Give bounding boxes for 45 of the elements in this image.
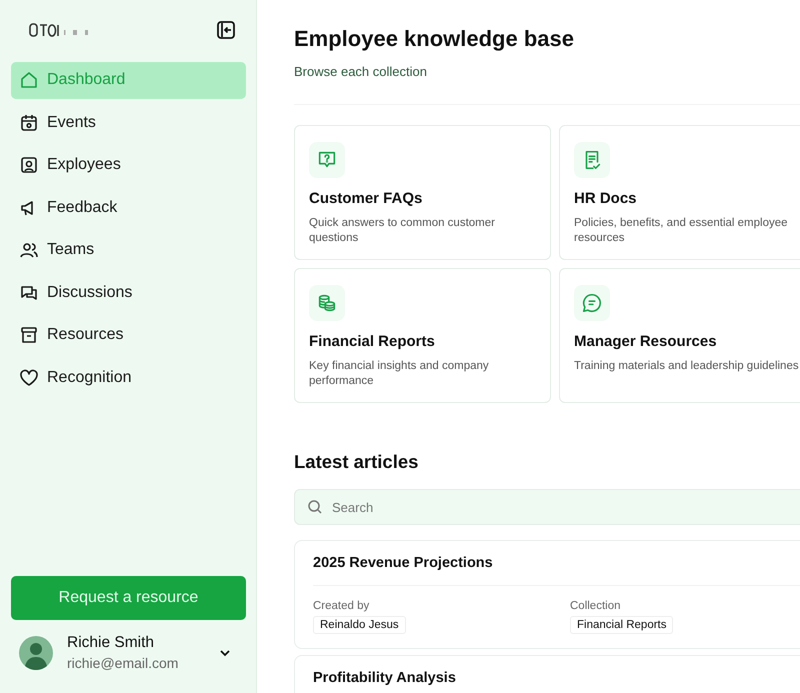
collection-card[interactable]: Manager Resources Training materials and leadership guidelines xyxy=(559,268,800,403)
heart-icon xyxy=(19,368,39,388)
card-description: Quick answers to common customer questions xyxy=(309,216,496,246)
home-icon xyxy=(19,70,39,90)
person-icon xyxy=(19,155,39,176)
nav-item[interactable]: Feedback xyxy=(11,190,246,226)
archive-box-icon xyxy=(19,325,39,346)
article-title: 2025 Revenue Projections xyxy=(313,555,800,586)
meta-label: Created by xyxy=(313,600,370,612)
nav-item[interactable]: Teams xyxy=(11,232,246,268)
chat-bubble-icon xyxy=(574,285,610,321)
collection-card[interactable]: Customer FAQs Quick answers to common customer questions xyxy=(294,125,551,260)
document-check-icon xyxy=(574,142,610,178)
author-tag: Reinaldo Jesus xyxy=(313,616,406,634)
card-title: Manager Resources xyxy=(574,333,718,350)
nav-item[interactable]: Discussions xyxy=(11,274,246,311)
calendar-icon xyxy=(19,112,39,133)
avatar-icon xyxy=(19,636,53,670)
card-title: HR Docs xyxy=(574,190,638,207)
card-description: Training materials and leadership guidelines xyxy=(574,359,800,374)
coins-icon xyxy=(309,285,345,321)
article-title: Profitability Analysis xyxy=(313,670,800,693)
meta-label: Collection xyxy=(570,600,620,612)
card-description: Key financial insights and company performance xyxy=(309,359,490,389)
page-title: Employee knowledge base xyxy=(294,26,575,52)
collection-card[interactable]: Financial Reports Key financial insights and company performance xyxy=(294,268,551,403)
collection-card[interactable]: HR Docs Policies, benefits, and essential employee resources xyxy=(559,125,800,260)
nav-item[interactable]: Recognition xyxy=(11,360,246,396)
card-title: Customer FAQs xyxy=(309,190,424,207)
article-card[interactable]: Profitability Analysis xyxy=(294,655,800,693)
card-description: Policies, benefits, and essential employee resources xyxy=(574,216,789,246)
page-subtitle: Browse each collection xyxy=(294,64,800,105)
collection-tag: Financial Reports xyxy=(570,616,674,634)
nav-item[interactable]: Events xyxy=(11,104,246,141)
question-bubble-icon xyxy=(309,142,345,178)
user-email: richie@email.com xyxy=(67,655,180,671)
collapse-sidebar-icon[interactable] xyxy=(216,20,236,40)
article-card[interactable]: 2025 Revenue Projections Created by Reinaldo Jesus Collection Financial Reports xyxy=(294,540,800,649)
user-name: Richie Smith xyxy=(67,634,155,652)
search-field[interactable]: Search xyxy=(294,489,800,525)
section-title: Latest articles xyxy=(294,451,420,473)
nav-item[interactable]: Exployees xyxy=(11,147,246,184)
people-icon xyxy=(19,240,39,260)
card-title: Financial Reports xyxy=(309,333,436,350)
nav-item[interactable]: Resources xyxy=(11,317,246,354)
